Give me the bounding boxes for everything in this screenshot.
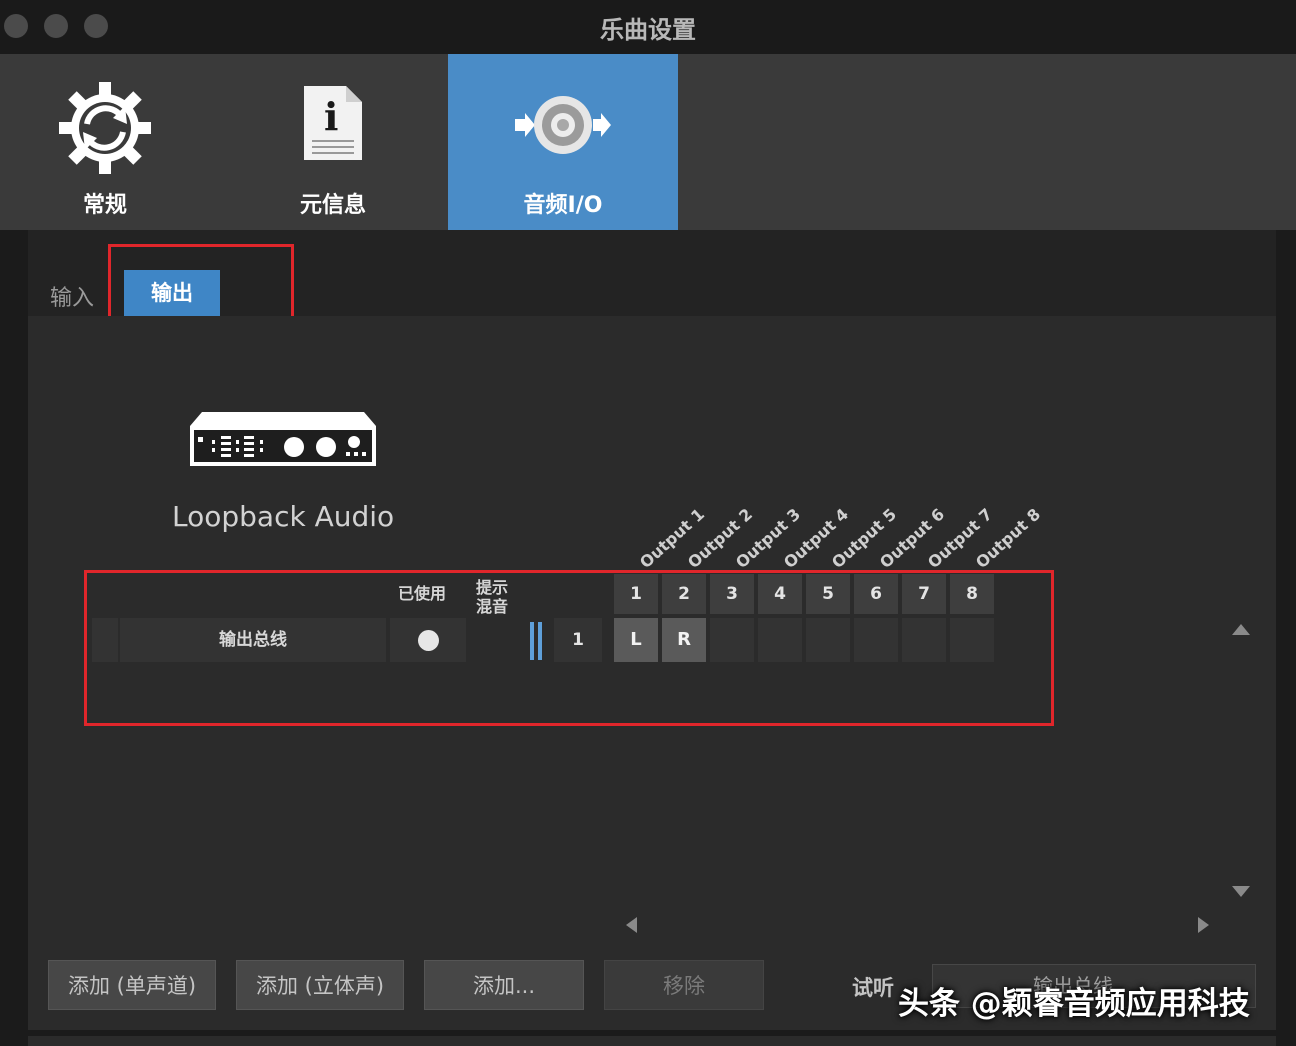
tab-general-label: 常规	[82, 193, 127, 218]
tab-metadata-label: 元信息	[299, 193, 366, 218]
device-name: Loopback Audio	[172, 500, 395, 533]
subtab-input[interactable]: 输入	[50, 280, 94, 312]
gear-refresh-icon	[57, 80, 153, 180]
tab-general[interactable]: 常规	[0, 54, 210, 230]
scroll-down-arrow-icon[interactable]	[1232, 886, 1250, 897]
audio-interface-icon	[188, 410, 378, 474]
remove-button[interactable]: 移除	[604, 960, 764, 1010]
scroll-right-arrow-icon[interactable]	[1198, 917, 1209, 933]
add-mono-button[interactable]: 添加 (单声道)	[48, 960, 216, 1010]
tab-metadata[interactable]: i 元信息	[228, 54, 438, 230]
preferences-tabbar: 常规 i 元信息 音频I/O	[0, 54, 1296, 230]
svg-text:i: i	[324, 94, 338, 139]
info-document-icon: i	[302, 84, 364, 166]
watermark-text: 头条 @颖睿音频应用科技	[898, 986, 1250, 1022]
audition-label: 试听	[852, 976, 894, 1000]
add-stereo-button[interactable]: 添加 (立体声)	[236, 960, 404, 1010]
speaker-io-icon	[513, 92, 613, 162]
bottom-strip	[28, 1036, 1276, 1046]
routing-row-highlight	[84, 570, 1054, 726]
title-bar: 乐曲设置	[0, 0, 1296, 54]
tab-audio-io-label: 音频I/O	[523, 193, 603, 218]
scroll-up-arrow-icon[interactable]	[1232, 624, 1250, 635]
window-title: 乐曲设置	[600, 16, 696, 44]
scroll-left-arrow-icon[interactable]	[626, 917, 637, 933]
add-more-button[interactable]: 添加...	[424, 960, 584, 1010]
tab-audio-io[interactable]: 音频I/O	[448, 54, 678, 230]
